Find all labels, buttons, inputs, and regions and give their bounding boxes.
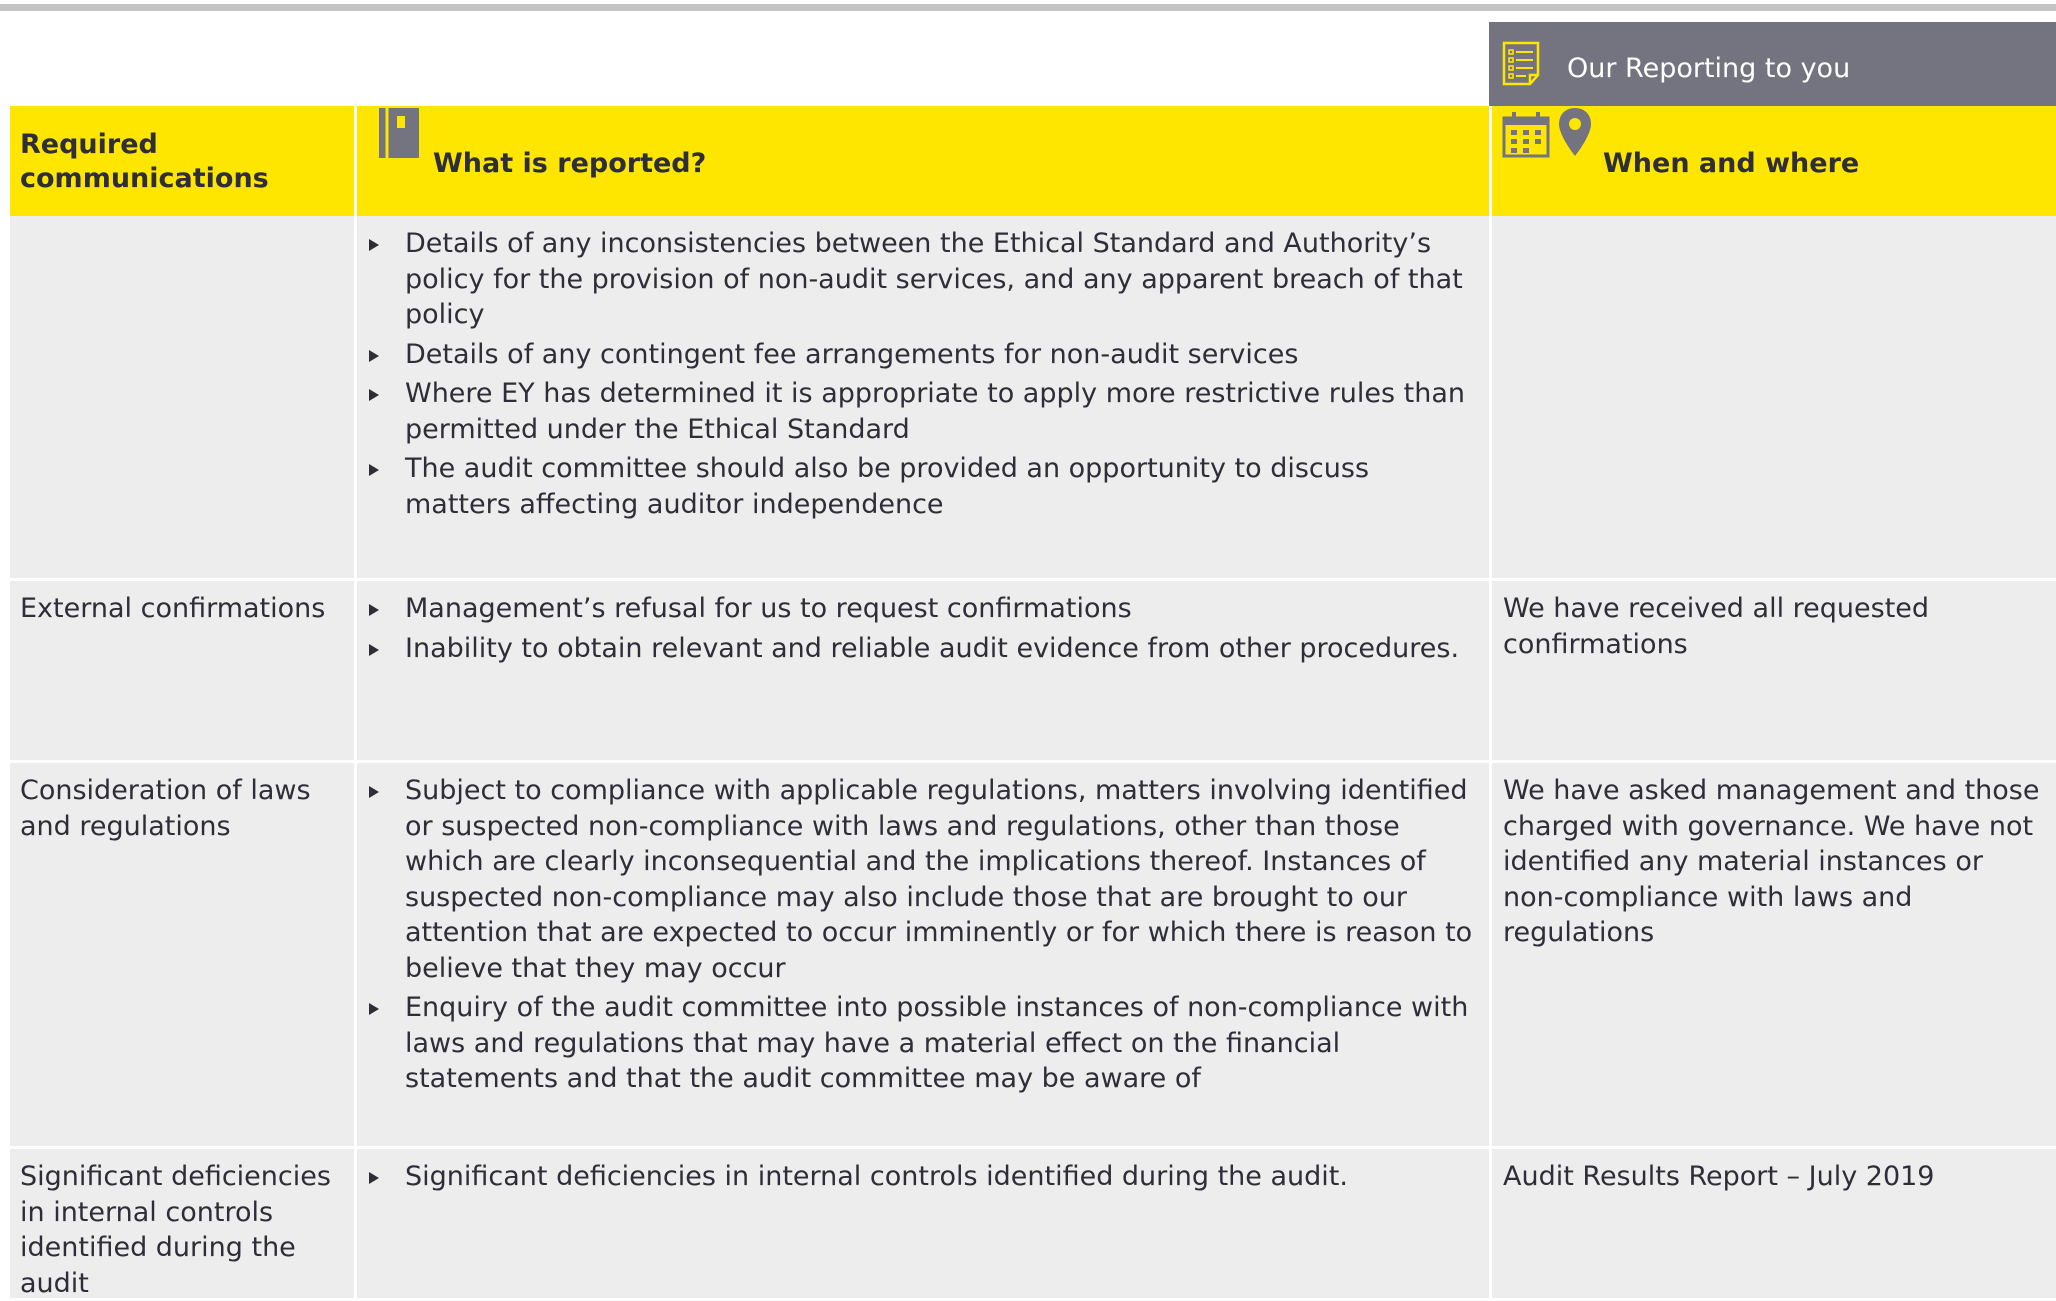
bullet-item: Where EY has determined it is appropriat… <box>367 376 1477 447</box>
header-when-and-where: When and where <box>1489 106 2056 216</box>
header-what-is-reported-label: What is reported? <box>433 148 707 179</box>
bullet-item: Inability to obtain relevant and reliabl… <box>367 631 1477 667</box>
bullet-item: Management’s refusal for us to request c… <box>367 591 1477 627</box>
row-when-where: Audit Results Report – July 2019 <box>1489 1149 2056 1298</box>
top-divider <box>0 4 2056 11</box>
header-when-and-where-label: When and where <box>1603 148 1860 179</box>
row-reported: Details of any inconsistencies between t… <box>354 216 1489 578</box>
bullet-list: Management’s refusal for us to request c… <box>367 591 1477 666</box>
row-when-where <box>1489 216 2056 578</box>
row-title: External confirmations <box>20 593 326 624</box>
row-reported: Management’s refusal for us to request c… <box>354 581 1489 760</box>
row-title: Significant deficiencies in internal con… <box>20 1161 331 1299</box>
header-what-is-reported: What is reported? <box>354 106 1489 216</box>
table-row: Details of any inconsistencies between t… <box>10 216 2056 578</box>
notebook-icon <box>379 108 419 158</box>
bullet-item: Subject to compliance with applicable re… <box>367 773 1477 986</box>
location-pin-icon <box>1559 108 1591 156</box>
row-when-where: We have asked management and those charg… <box>1489 763 2056 1146</box>
table-row: External confirmations Management’s refu… <box>10 578 2056 760</box>
communications-table: Details of any inconsistencies between t… <box>10 216 2056 1299</box>
table-row: Consideration of laws and regulations Su… <box>10 760 2056 1146</box>
bullet-item: Details of any contingent fee arrangemen… <box>367 337 1477 373</box>
bullet-item: The audit committee should also be provi… <box>367 451 1477 522</box>
row-reported: Subject to compliance with applicable re… <box>354 763 1489 1146</box>
row-title <box>10 216 354 578</box>
bullet-item: Enquiry of the audit committee into poss… <box>367 990 1477 1097</box>
table-header: Required communications What is reported… <box>10 106 2056 216</box>
bullet-item: Details of any inconsistencies between t… <box>367 226 1477 333</box>
header-required-communications: Required communications <box>20 129 269 194</box>
bullet-item: Significant deficiencies in internal con… <box>367 1159 1477 1195</box>
bullet-list: Significant deficiencies in internal con… <box>367 1159 1477 1195</box>
reporting-tab-label: Our Reporting to you <box>1567 52 1851 84</box>
bullet-list: Details of any inconsistencies between t… <box>367 226 1477 522</box>
calendar-icon <box>1502 112 1550 158</box>
row-reported: Significant deficiencies in internal con… <box>354 1149 1489 1298</box>
row-title: Consideration of laws and regulations <box>20 775 311 842</box>
reporting-tab: Our Reporting to you <box>1489 22 2056 106</box>
table-row: Significant deficiencies in internal con… <box>10 1146 2056 1299</box>
row-when-where: We have received all requested confirmat… <box>1489 581 2056 760</box>
bullet-list: Subject to compliance with applicable re… <box>367 773 1477 1097</box>
checklist-icon <box>1502 41 1540 86</box>
